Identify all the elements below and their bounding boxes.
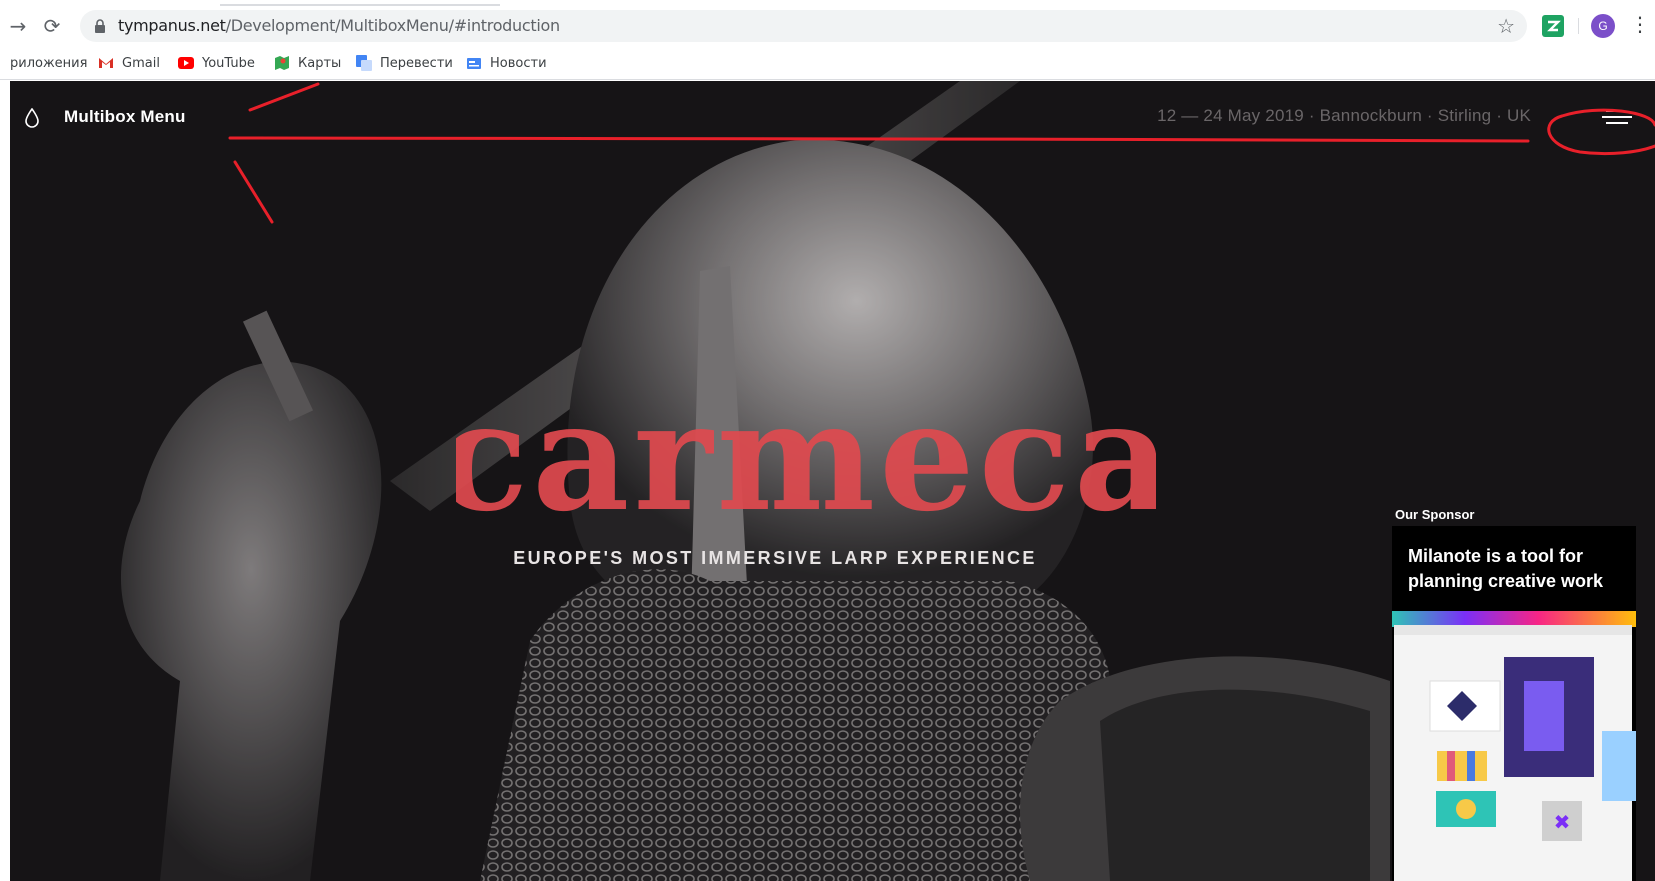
- hero-title-text: carmeca: [456, 381, 1156, 541]
- news-icon: [467, 58, 481, 69]
- bookmark-gmail[interactable]: Gmail: [98, 53, 160, 73]
- url-host: tympanus.net: [118, 16, 226, 35]
- profile-avatar[interactable]: G: [1591, 14, 1615, 38]
- reload-icon[interactable]: ⟳: [38, 12, 66, 40]
- bookmark-label: YouTube: [202, 55, 255, 71]
- bookmark-label: риложения: [10, 55, 88, 71]
- bookmark-label: Перевести: [380, 55, 453, 71]
- gmail-icon: [99, 58, 113, 68]
- bookmark-youtube[interactable]: YouTube: [178, 53, 255, 73]
- bookmark-label: Карты: [298, 55, 342, 71]
- url-text[interactable]: tympanus.net/Development/MultiboxMenu/#i…: [118, 16, 560, 36]
- sponsor-screenshot-image: ✖: [1392, 611, 1636, 881]
- maps-icon: [275, 56, 289, 70]
- hero-title: carmeca: [456, 381, 1156, 541]
- bookmark-news[interactable]: Новости: [466, 53, 547, 73]
- sponsor-ad-card[interactable]: Milanote is a tool for planning creative…: [1392, 526, 1636, 881]
- browser-toolbar: → ⟳ tympanus.net/Development/MultiboxMen…: [0, 6, 1655, 46]
- bookmark-label: Новости: [490, 55, 547, 71]
- sponsor-headline[interactable]: Milanote is a tool for planning creative…: [1408, 544, 1628, 594]
- extension-icon[interactable]: [1542, 15, 1564, 37]
- site-title-link[interactable]: Multibox Menu: [64, 107, 186, 127]
- url-path: /Development/MultiboxMenu/#introduction: [225, 16, 560, 35]
- translate-icon: [356, 55, 372, 71]
- forward-icon[interactable]: →: [4, 12, 32, 40]
- hero-subtitle: EUROPE'S MOST IMMERSIVE LARP EXPERIENCE: [513, 548, 1037, 568]
- site-logo-icon[interactable]: [24, 108, 40, 128]
- browser-menu-icon[interactable]: ⋮: [1630, 12, 1650, 36]
- toolbar-divider: [1578, 18, 1579, 34]
- bookmark-maps[interactable]: Карты: [274, 53, 341, 73]
- bookmark-translate[interactable]: Перевести: [356, 53, 453, 73]
- event-info-text: 12 — 24 May 2019 · Bannockburn · Stirlin…: [1157, 106, 1531, 125]
- sponsor-label: Our Sponsor: [1395, 507, 1475, 522]
- youtube-icon: [178, 57, 194, 69]
- address-bar[interactable]: tympanus.net/Development/MultiboxMenu/#i…: [80, 10, 1527, 42]
- bookmarks-bar: риложения Gmail YouTube Карты Перевести …: [0, 46, 1655, 80]
- svg-text:✖: ✖: [1554, 810, 1571, 834]
- bookmark-label: Gmail: [122, 55, 160, 71]
- lock-icon: [95, 19, 105, 33]
- bookmark-star-icon[interactable]: ☆: [1497, 14, 1515, 38]
- hamburger-menu-icon[interactable]: [1602, 109, 1636, 125]
- page-viewport: Multibox Menu 12 — 24 May 2019 · Bannock…: [10, 81, 1655, 881]
- bookmark-apps[interactable]: риложения: [10, 53, 87, 73]
